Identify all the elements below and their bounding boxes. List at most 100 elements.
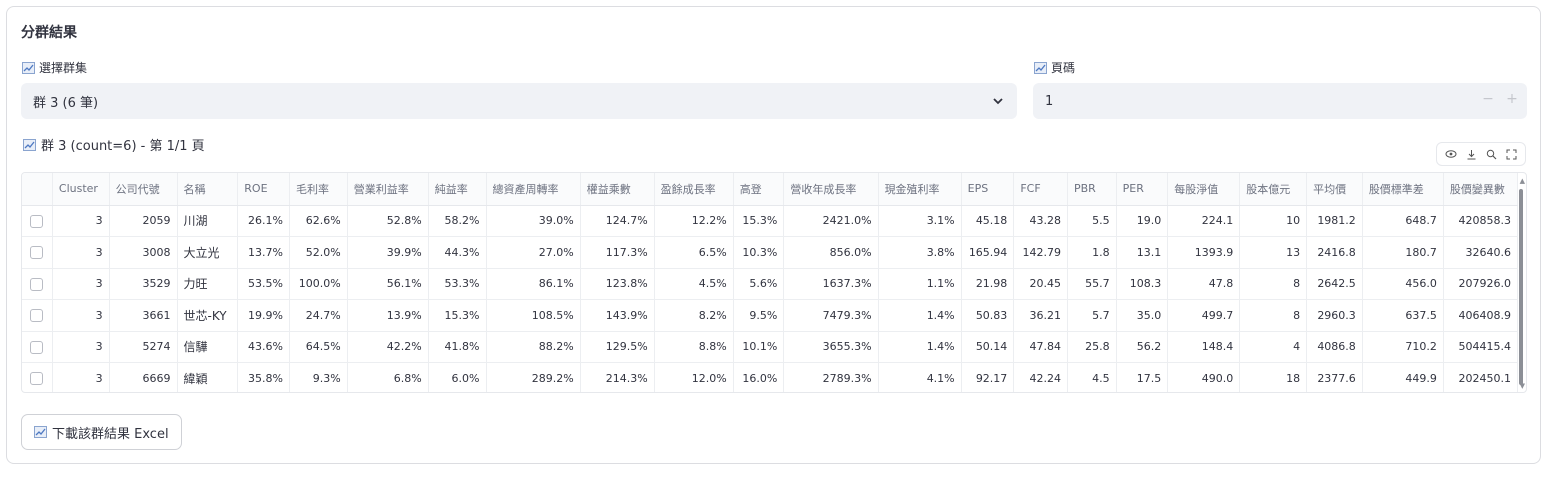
table-cell[interactable]: 9.3% [289, 362, 348, 392]
table-cell[interactable]: 47.8 [1167, 268, 1241, 300]
table-cell[interactable]: 20.45 [1013, 268, 1068, 300]
column-header[interactable]: 純益率 [428, 173, 487, 206]
table-cell[interactable]: 6.8% [347, 362, 429, 392]
table-cell[interactable]: 2421.0% [783, 205, 879, 237]
table-cell[interactable]: 力旺 [177, 268, 239, 300]
table-cell[interactable]: 50.83 [961, 299, 1015, 332]
table-cell[interactable]: 世芯-KY [177, 299, 239, 332]
table-cell[interactable]: 3 [52, 236, 110, 269]
table-row[interactable]: 3 3008 大立光 13.7% 52.0% 39.9% 44.3% 27.0% 117.3% 6… [22, 236, 1519, 269]
table-cell[interactable]: 123.8% [580, 268, 655, 300]
row-checkbox[interactable] [30, 277, 44, 291]
table-cell[interactable]: 856.0% [783, 236, 879, 269]
table-cell[interactable]: 3 [52, 299, 110, 332]
table-cell[interactable]: 大立光 [177, 236, 239, 269]
table-cell[interactable]: 6669 [109, 362, 178, 392]
table-cell[interactable]: 35.0 [1116, 299, 1169, 332]
table-cell[interactable]: 9.5% [733, 299, 785, 332]
table-cell[interactable]: 1393.9 [1167, 236, 1241, 269]
table-cell[interactable]: 15.3% [428, 299, 487, 332]
table-cell[interactable]: 26.1% [237, 205, 290, 237]
table-cell[interactable]: 52.0% [289, 236, 348, 269]
table-cell[interactable]: 4086.8 [1306, 331, 1363, 363]
table-cell[interactable]: 3008 [109, 236, 178, 269]
row-select-cell[interactable] [22, 331, 53, 363]
table-cell[interactable]: 710.2 [1362, 331, 1444, 363]
table-cell[interactable]: 5.6% [733, 268, 785, 300]
table-cell[interactable]: 17.5 [1116, 362, 1169, 392]
table-cell[interactable]: 420858.3 [1443, 205, 1519, 237]
table-cell[interactable]: 3655.3% [783, 331, 879, 363]
table-cell[interactable]: 緯穎 [177, 362, 239, 392]
column-header[interactable]: 營業利益率 [347, 173, 429, 206]
table-cell[interactable]: 2416.8 [1306, 236, 1363, 269]
scroll-up-arrow[interactable]: ▲ [1520, 177, 1525, 185]
column-header[interactable]: Cluster [52, 173, 110, 206]
table-cell[interactable]: 43.28 [1013, 205, 1068, 237]
table-cell[interactable]: 13.1 [1116, 236, 1169, 269]
cluster-select[interactable]: 群 3 (6 筆) [21, 83, 1017, 119]
table-cell[interactable]: 4.1% [878, 362, 962, 392]
table-cell[interactable]: 7479.3% [783, 299, 879, 332]
table-cell[interactable]: 42.2% [347, 331, 429, 363]
table-cell[interactable]: 62.6% [289, 205, 348, 237]
row-checkbox[interactable] [30, 340, 44, 354]
table-row[interactable]: 3 2059 川湖 26.1% 62.6% 52.8% 58.2% 39.0% 124.7% 12… [22, 205, 1519, 237]
table-cell[interactable]: 1.4% [878, 299, 962, 332]
download-excel-button[interactable]: 下載該群結果 Excel [21, 414, 182, 450]
table-cell[interactable]: 92.17 [961, 362, 1015, 392]
table-cell[interactable]: 45.18 [961, 205, 1015, 237]
column-header[interactable]: FCF [1013, 173, 1068, 206]
column-header[interactable]: 現金殖利率 [878, 173, 962, 206]
table-row[interactable]: 3 3661 世芯-KY 19.9% 24.7% 13.9% 15.3% 108.5% 143.… [22, 299, 1519, 332]
table-cell[interactable]: 39.0% [486, 205, 581, 237]
table-cell[interactable]: 648.7 [1362, 205, 1444, 237]
table-cell[interactable]: 207926.0 [1443, 268, 1519, 300]
table-cell[interactable]: 56.2 [1116, 331, 1169, 363]
row-checkbox[interactable] [30, 214, 44, 228]
table-row[interactable]: 3 3529 力旺 53.5% 100.0% 56.1% 53.3% 86.1% 123.8% 4… [22, 268, 1519, 300]
table-cell[interactable]: 289.2% [486, 362, 581, 392]
table-cell[interactable]: 44.3% [428, 236, 487, 269]
table-cell[interactable]: 川湖 [177, 205, 239, 237]
table-cell[interactable]: 3 [52, 205, 110, 237]
column-header[interactable]: 毛利率 [289, 173, 348, 206]
table-cell[interactable]: 108.3 [1116, 268, 1169, 300]
table-cell[interactable]: 10.3% [733, 236, 785, 269]
table-cell[interactable]: 19.9% [237, 299, 290, 332]
row-select-cell[interactable] [22, 362, 53, 392]
table-cell[interactable]: 4 [1239, 331, 1308, 363]
table-cell[interactable]: 4.5% [654, 268, 734, 300]
table-cell[interactable]: 456.0 [1362, 268, 1444, 300]
column-header[interactable]: 權益乘數 [580, 173, 655, 206]
row-checkbox[interactable] [30, 372, 44, 385]
table-cell[interactable]: 3.1% [878, 205, 962, 237]
table-cell[interactable]: 637.5 [1362, 299, 1444, 332]
table-cell[interactable]: 6.0% [428, 362, 487, 392]
column-header[interactable]: PBR [1067, 173, 1117, 206]
table-cell[interactable]: 224.1 [1167, 205, 1241, 237]
table-cell[interactable]: 214.3% [580, 362, 655, 392]
table-cell[interactable]: 24.7% [289, 299, 348, 332]
column-header[interactable]: 高登 [733, 173, 785, 206]
table-cell[interactable]: 13 [1239, 236, 1308, 269]
column-header[interactable]: PER [1116, 173, 1169, 206]
table-cell[interactable]: 50.14 [961, 331, 1015, 363]
row-select-cell[interactable] [22, 268, 53, 300]
table-cell[interactable]: 25.8 [1067, 331, 1117, 363]
table-cell[interactable]: 35.8% [237, 362, 290, 392]
table-cell[interactable]: 16.0% [733, 362, 785, 392]
table-cell[interactable]: 5274 [109, 331, 178, 363]
table-cell[interactable]: 3.8% [878, 236, 962, 269]
table-cell[interactable]: 490.0 [1167, 362, 1241, 392]
row-select-cell[interactable] [22, 205, 53, 237]
table-cell[interactable]: 2059 [109, 205, 178, 237]
table-cell[interactable]: 21.98 [961, 268, 1015, 300]
table-cell[interactable]: 129.5% [580, 331, 655, 363]
table-cell[interactable]: 165.94 [961, 236, 1015, 269]
row-checkbox[interactable] [30, 309, 44, 322]
table-cell[interactable]: 1.4% [878, 331, 962, 363]
table-cell[interactable]: 13.7% [237, 236, 290, 269]
table-cell[interactable]: 6.5% [654, 236, 734, 269]
table-cell[interactable]: 43.6% [237, 331, 290, 363]
